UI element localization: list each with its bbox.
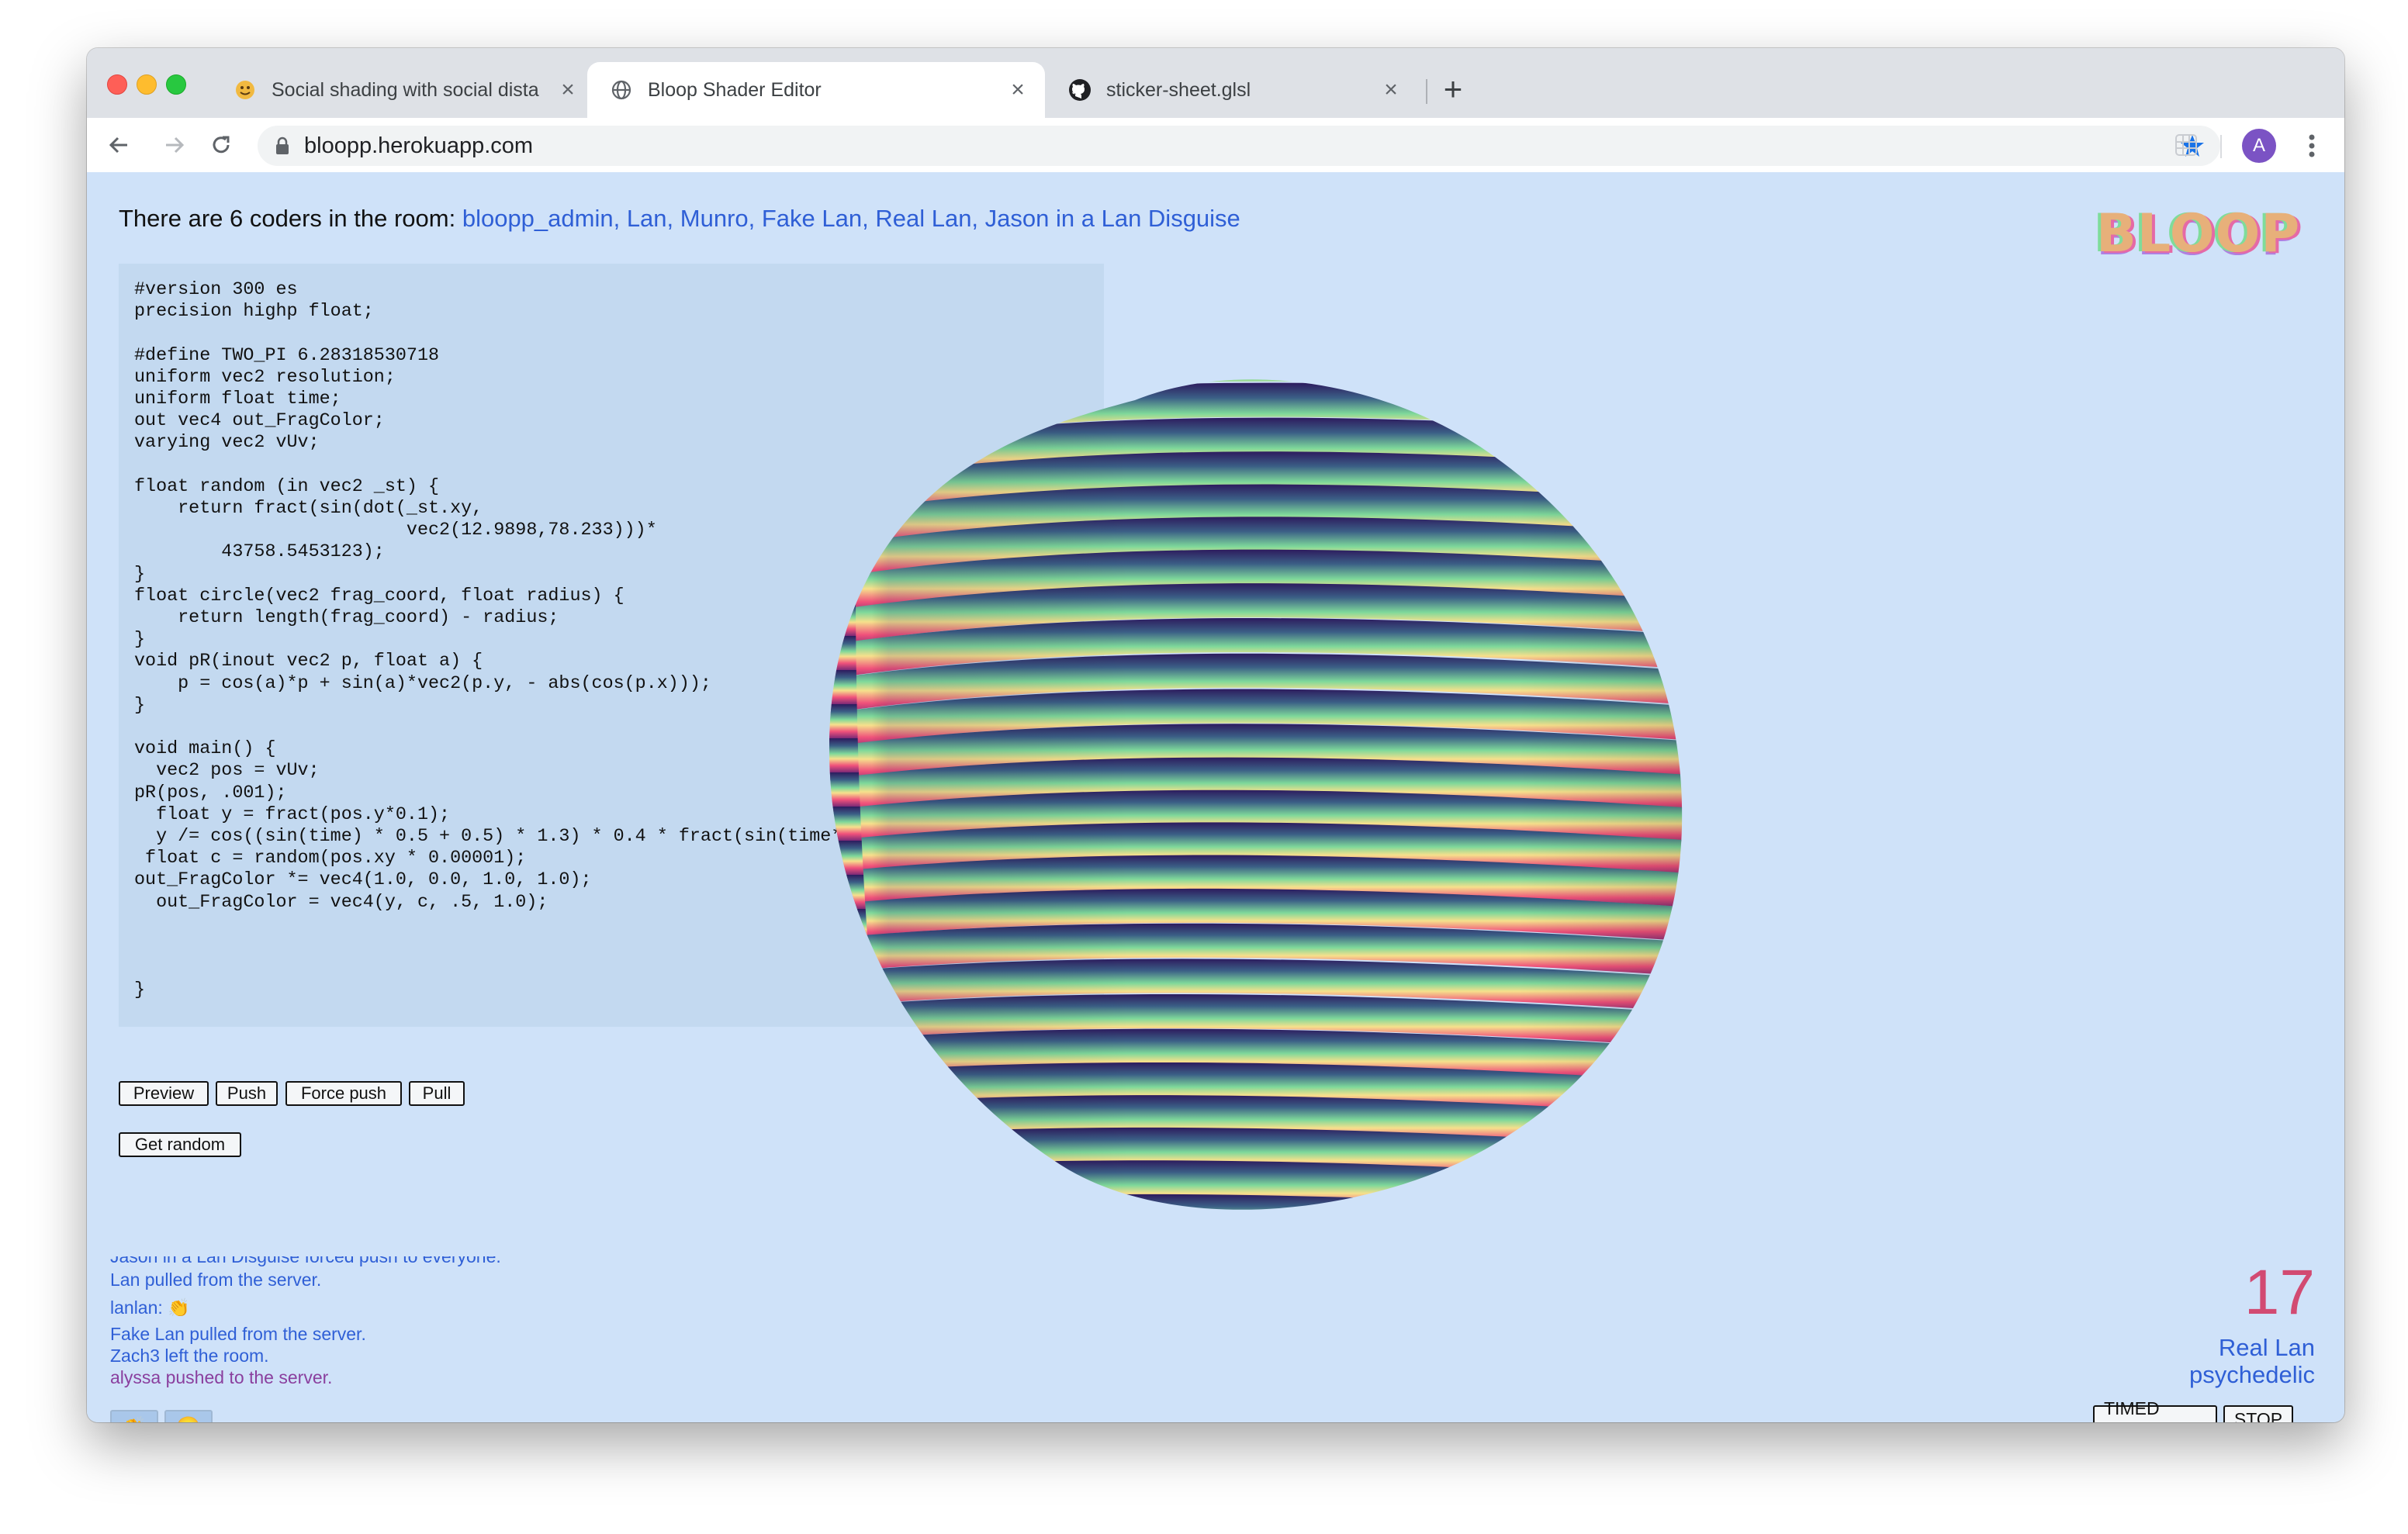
close-tab-icon[interactable]: × [556, 78, 580, 102]
current-user: Real Lan [2218, 1334, 2315, 1361]
shader-stripe [829, 1182, 898, 1210]
tab-title: sticker-sheet.glsl [1106, 78, 1251, 101]
maximize-window-button[interactable] [166, 74, 186, 95]
tab-separator [1426, 79, 1427, 104]
close-window-button[interactable] [107, 74, 127, 95]
push-button[interactable]: Push [216, 1081, 278, 1106]
force-push-button[interactable]: Force push [285, 1081, 402, 1106]
countdown-counter: 17 [2244, 1257, 2315, 1328]
shader-stripe [829, 397, 898, 431]
stop-button[interactable]: STOP [2223, 1405, 2293, 1422]
shader-stripe [829, 465, 898, 499]
lock-icon [276, 136, 289, 154]
shader-preview-canvas[interactable] [829, 369, 1690, 1219]
browser-toolbar: bloopp.herokuapp.com A [87, 118, 2344, 173]
shader-stripe [829, 1045, 898, 1080]
shader-stripe [829, 1080, 898, 1114]
forward-arrow-icon [166, 136, 185, 154]
page-content: There are 6 coders in the room: bloopp_a… [87, 172, 2344, 1422]
activity-log: Jason in a Lan Disguise forced push to e… [110, 1256, 501, 1388]
back-button[interactable] [102, 129, 135, 161]
bloop-logo: BLOOP [2096, 203, 2301, 264]
new-tab-button[interactable]: + [1434, 70, 1472, 109]
browser-menu-icon[interactable] [2298, 129, 2326, 163]
extension-icon[interactable] [2170, 129, 2202, 161]
emoji-favicon-icon [233, 78, 258, 102]
room-status-prefix: There are 6 coders in the room: [119, 205, 462, 232]
clap-reaction-button[interactable]: 👏 [110, 1410, 158, 1422]
shader-stripe [829, 379, 898, 397]
smile-reaction-button[interactable]: 😀 [164, 1410, 213, 1422]
url-text: bloopp.herokuapp.com [304, 133, 534, 158]
tab-title: Bloop Shader Editor [648, 78, 822, 101]
close-tab-icon[interactable]: × [1379, 78, 1403, 102]
shader-stripe [829, 431, 898, 465]
address-bar[interactable]: bloopp.herokuapp.com [258, 126, 2220, 166]
reload-icon [213, 136, 230, 154]
browser-window: Social shading with social dista × Bloop… [87, 48, 2344, 1422]
room-coder-names[interactable]: bloopp_admin, Lan, Munro, Fake Lan, Real… [462, 205, 1240, 232]
get-random-button[interactable]: Get random [119, 1132, 241, 1157]
log-entry: Jason in a Lan Disguise forced push to e… [110, 1256, 501, 1266]
log-entry: lanlan: 👏 [110, 1297, 190, 1318]
tab-title: Social shading with social dista [272, 78, 539, 101]
room-status: There are 6 coders in the room: bloopp_a… [119, 205, 1240, 233]
log-entry: alyssa pushed to the server. [110, 1367, 333, 1387]
log-entry: Zach3 left the room. [110, 1346, 269, 1366]
tab-sticker-sheet[interactable]: sticker-sheet.glsl × [1046, 62, 1418, 118]
github-icon [1067, 78, 1092, 102]
tab-social-shading[interactable]: Social shading with social dista × [211, 62, 595, 118]
profile-avatar[interactable]: A [2242, 129, 2276, 163]
preview-button[interactable]: Preview [119, 1081, 209, 1106]
log-entry: Lan pulled from the server. [110, 1270, 322, 1290]
shader-stripe [829, 1011, 898, 1045]
back-arrow-icon [109, 136, 127, 154]
tab-strip: Social shading with social dista × Bloop… [87, 48, 2344, 118]
pull-button[interactable]: Pull [409, 1081, 465, 1106]
minimize-window-button[interactable] [137, 74, 157, 95]
session-meta: Real Lan psychedelic [2189, 1334, 2315, 1388]
reload-button[interactable] [205, 129, 237, 161]
forward-button[interactable] [158, 129, 191, 161]
shader-stripe [829, 1114, 898, 1148]
timed-play-button[interactable]: TIMED PLAY [2093, 1398, 2217, 1422]
current-theme: psychedelic [2189, 1361, 2315, 1388]
shader-stripe [829, 1148, 898, 1182]
close-tab-icon[interactable]: × [1006, 78, 1029, 102]
toolbar-divider [2220, 135, 2222, 158]
globe-icon [609, 78, 634, 102]
log-entry: Fake Lan pulled from the server. [110, 1324, 366, 1344]
shader-stripe [829, 1216, 922, 1219]
tab-bloop-shader-editor[interactable]: Bloop Shader Editor × [587, 62, 1045, 118]
